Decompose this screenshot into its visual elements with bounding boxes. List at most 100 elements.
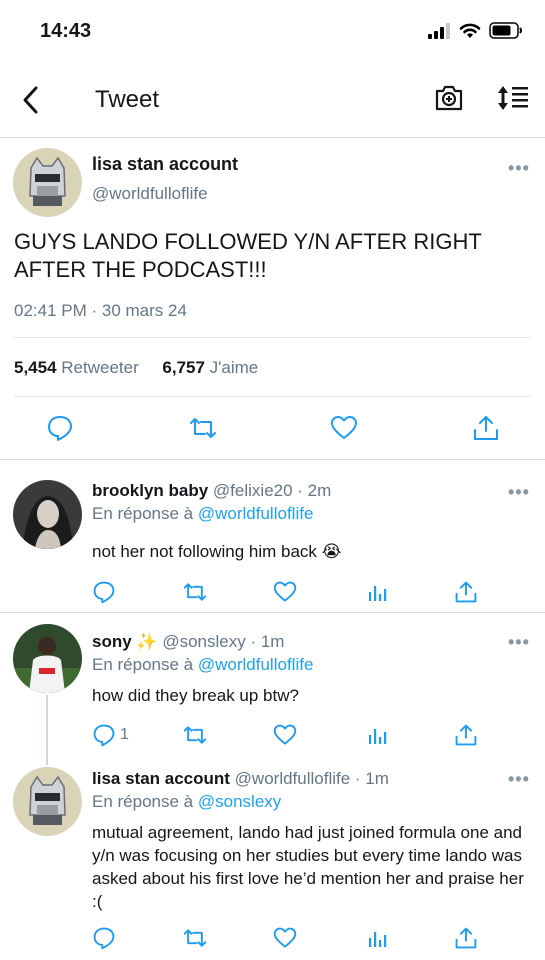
mention-link[interactable]: @worldfulloflife xyxy=(198,655,314,674)
reply-author-name[interactable]: lisa stan account xyxy=(92,769,230,788)
reply-button[interactable] xyxy=(92,580,120,604)
like-button[interactable] xyxy=(330,414,358,447)
heart-icon xyxy=(331,416,357,439)
like-button[interactable] xyxy=(273,926,297,950)
share-button[interactable] xyxy=(454,926,478,950)
avatar[interactable] xyxy=(13,624,82,693)
reply-button[interactable] xyxy=(92,926,120,950)
reply-count: 1 xyxy=(120,726,129,743)
heart-icon xyxy=(273,724,297,745)
reply-actions xyxy=(92,926,532,950)
status-icons xyxy=(427,22,523,39)
retweet-icon xyxy=(190,418,216,438)
status-bar: 14:43 xyxy=(0,0,545,62)
analytics-button[interactable] xyxy=(365,723,389,747)
reply-header: sony ✨ @sonslexy · 1m xyxy=(92,632,284,652)
reply-author-handle[interactable]: @felixie20 · 2m xyxy=(213,481,331,500)
more-options-button[interactable]: ••• xyxy=(508,482,530,503)
share-icon xyxy=(455,581,477,603)
share-button[interactable] xyxy=(472,414,500,447)
share-icon xyxy=(455,927,477,949)
sparkle-emoji: ✨ xyxy=(136,632,158,651)
retweets-stat[interactable]: 5,454 Retweeter xyxy=(14,358,139,377)
retweets-count: 5,454 xyxy=(14,358,57,377)
retweets-label: Retweeter xyxy=(61,358,139,377)
cellular-signal-icon xyxy=(428,22,450,39)
reply-author-name[interactable]: sony xyxy=(92,632,132,651)
tweet-text: GUYS LANDO FOLLOWED Y/N AFTER RIGHT AFTE… xyxy=(14,229,482,282)
reply-context: En réponse à @sonslexy xyxy=(92,792,281,812)
retweet-button[interactable] xyxy=(182,580,208,604)
reply-author-handle[interactable]: @worldfulloflife · 1m xyxy=(235,769,389,788)
tweet-timestamp: 02:41 PM · 30 mars 24 xyxy=(14,301,187,320)
chevron-left-icon xyxy=(23,86,38,114)
more-options-button[interactable]: ••• xyxy=(508,158,530,179)
mention-link[interactable]: @sonslexy xyxy=(198,792,281,811)
divider xyxy=(14,396,531,397)
retweet-button[interactable] xyxy=(182,723,208,747)
nav-bar: Tweet xyxy=(0,62,545,138)
reply-tweet[interactable]: sony ✨ @sonslexy · 1m ••• En réponse à @… xyxy=(0,613,545,765)
helmet-avatar-icon xyxy=(13,767,82,836)
sort-icon xyxy=(498,86,528,110)
battery-icon xyxy=(489,22,522,39)
reply-tweet[interactable]: lisa stan account @worldfulloflife · 1m … xyxy=(0,757,545,960)
author-handle[interactable]: @worldfulloflife xyxy=(92,184,208,204)
reply-context: En réponse à @worldfulloflife xyxy=(92,504,313,524)
reply-actions xyxy=(92,580,532,604)
reply-text: mutual agreement, lando had just joined … xyxy=(92,823,524,911)
helmet-avatar-icon xyxy=(13,148,82,217)
likes-stat[interactable]: 6,757 J'aime xyxy=(162,358,258,377)
like-button[interactable] xyxy=(273,580,297,604)
reply-prefix: En réponse à xyxy=(92,504,194,523)
reply-prefix: En réponse à xyxy=(92,655,194,674)
reply-author-name[interactable]: brooklyn baby xyxy=(92,481,208,500)
reply-header: brooklyn baby @felixie20 · 2m xyxy=(92,481,331,501)
reply-header: lisa stan account @worldfulloflife · 1m xyxy=(92,769,389,789)
retweet-icon xyxy=(183,726,207,744)
camera-button[interactable] xyxy=(434,84,464,117)
reply-icon xyxy=(48,416,72,441)
reply-tweet[interactable]: brooklyn baby @felixie20 · 2m ••• En rép… xyxy=(0,460,545,612)
avatar[interactable] xyxy=(13,148,82,217)
analytics-button[interactable] xyxy=(365,580,389,604)
reply-prefix: En réponse à xyxy=(92,792,194,811)
mention-link[interactable]: @worldfulloflife xyxy=(198,504,314,523)
user-photo-avatar-icon xyxy=(13,480,82,549)
likes-label: J'aime xyxy=(209,358,259,377)
reply-context: En réponse à @worldfulloflife xyxy=(92,655,313,675)
reply-text: how did they break up btw? xyxy=(92,686,299,705)
like-button[interactable] xyxy=(273,723,297,747)
avatar[interactable] xyxy=(13,767,82,836)
camera-icon xyxy=(435,85,463,111)
share-icon xyxy=(455,724,477,746)
reply-button[interactable] xyxy=(46,414,74,447)
analytics-icon xyxy=(369,932,387,947)
author-name[interactable]: lisa stan account xyxy=(92,154,238,175)
thread-line xyxy=(46,695,48,765)
reply-button[interactable]: 1 xyxy=(92,723,129,747)
retweet-button[interactable] xyxy=(182,926,208,950)
analytics-button[interactable] xyxy=(365,926,389,950)
divider xyxy=(14,337,531,338)
reply-text: not her not following him back 😭 xyxy=(92,542,342,561)
reply-icon xyxy=(93,927,115,950)
back-button[interactable] xyxy=(14,82,46,118)
reply-actions: 1 xyxy=(92,723,532,747)
likes-count: 6,757 xyxy=(162,358,205,377)
analytics-icon xyxy=(369,586,387,601)
share-button[interactable] xyxy=(454,723,478,747)
share-button[interactable] xyxy=(454,580,478,604)
tweet-actions xyxy=(0,414,545,444)
more-options-button[interactable]: ••• xyxy=(508,769,530,790)
retweet-icon xyxy=(183,929,207,947)
analytics-icon xyxy=(369,729,387,744)
avatar[interactable] xyxy=(13,480,82,549)
sort-button[interactable] xyxy=(496,84,530,117)
more-options-button[interactable]: ••• xyxy=(508,632,530,653)
page-title: Tweet xyxy=(95,86,160,113)
retweet-button[interactable] xyxy=(188,414,218,447)
tweet-stats: 5,454 Retweeter 6,757 J'aime xyxy=(14,358,258,378)
reply-author-handle[interactable]: @sonslexy · 1m xyxy=(162,632,284,651)
status-time: 14:43 xyxy=(40,20,92,42)
